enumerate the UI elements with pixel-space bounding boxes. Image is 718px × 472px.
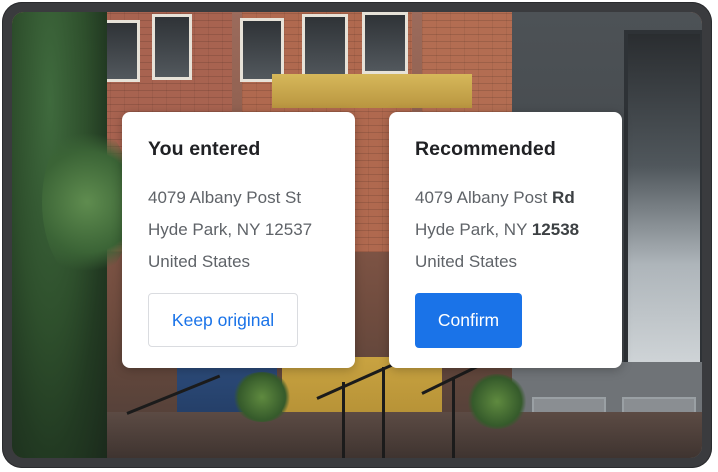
recommended-street-prefix: 4079 Albany Post — [415, 188, 553, 207]
recommended-card-title: Recommended — [415, 138, 556, 160]
entered-city-line: Hyde Park, NY 12537 — [148, 220, 313, 239]
recommended-country: United States — [415, 252, 518, 271]
device-frame: You entered 4079 Albany Post St Hyde Par… — [2, 2, 712, 468]
recommended-street-changed: Rd — [552, 188, 575, 207]
recommended-city-prefix: Hyde Park, NY — [415, 220, 532, 239]
screen: You entered 4079 Albany Post St Hyde Par… — [12, 12, 702, 458]
keep-original-button[interactable]: Keep original — [148, 293, 298, 347]
entered-address-card: You entered 4079 Albany Post St Hyde Par… — [122, 112, 355, 368]
recommended-street: 4079 Albany Post Rd — [415, 188, 575, 208]
confirm-button[interactable]: Confirm — [415, 293, 522, 348]
entered-country: United States — [148, 252, 251, 271]
recommended-zip-changed: 12538 — [531, 220, 580, 239]
entered-street: 4079 Albany Post St — [148, 188, 302, 207]
recommended-city-line: Hyde Park, NY 12538 — [415, 220, 579, 240]
entered-card-title: You entered — [148, 138, 261, 160]
recommended-address-card: Recommended 4079 Albany Post Rd Hyde Par… — [389, 112, 622, 368]
